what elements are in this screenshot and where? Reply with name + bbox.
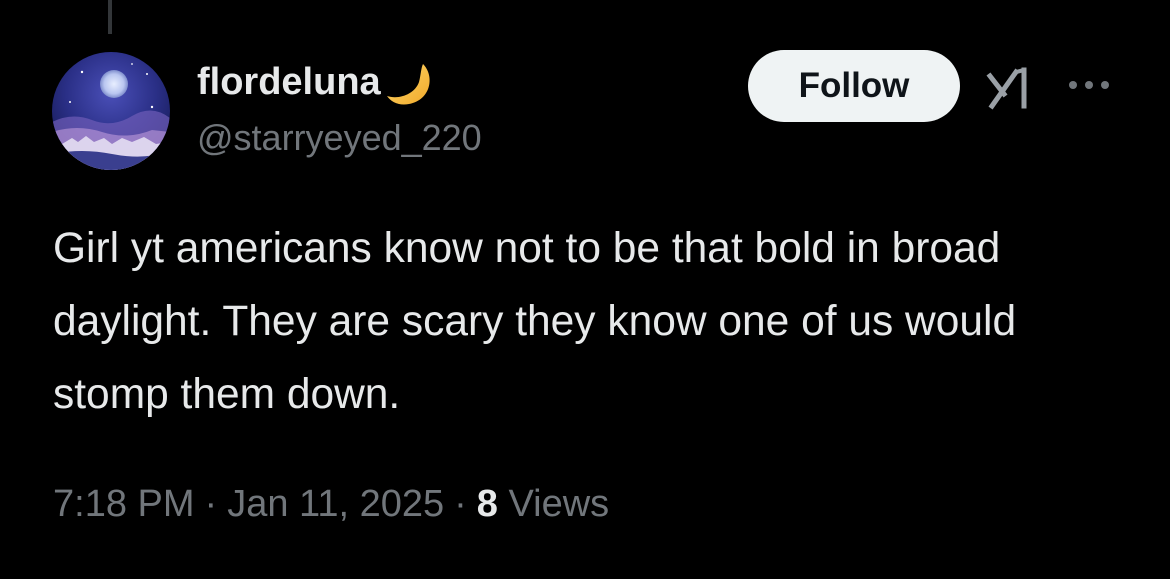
avatar[interactable]	[52, 52, 170, 170]
thread-connector-line	[108, 0, 112, 34]
meta-separator: ·	[204, 483, 218, 525]
tweet-text: Girl yt americans know not to be that bo…	[53, 225, 1017, 418]
tweet-date[interactable]: Jan 11, 2025	[227, 483, 444, 525]
display-name-text: flordeluna	[197, 61, 381, 103]
follow-button[interactable]: Follow	[748, 50, 960, 122]
display-name[interactable]: flordeluna	[197, 58, 435, 106]
tweet-time[interactable]: 7:18 PM	[53, 483, 195, 525]
crescent-moon-icon	[385, 60, 435, 108]
more-icon[interactable]	[1064, 70, 1114, 100]
user-handle[interactable]: @starryeyed_220	[197, 117, 482, 159]
tweet-meta: 7:18 PM · Jan 11, 2025 · 8 Views	[53, 480, 609, 528]
grok-icon[interactable]	[986, 66, 1038, 110]
meta-separator: ·	[454, 483, 467, 525]
views-count[interactable]: 8	[477, 483, 498, 525]
avatar-image	[52, 52, 170, 170]
views-label[interactable]: Views	[508, 483, 609, 525]
